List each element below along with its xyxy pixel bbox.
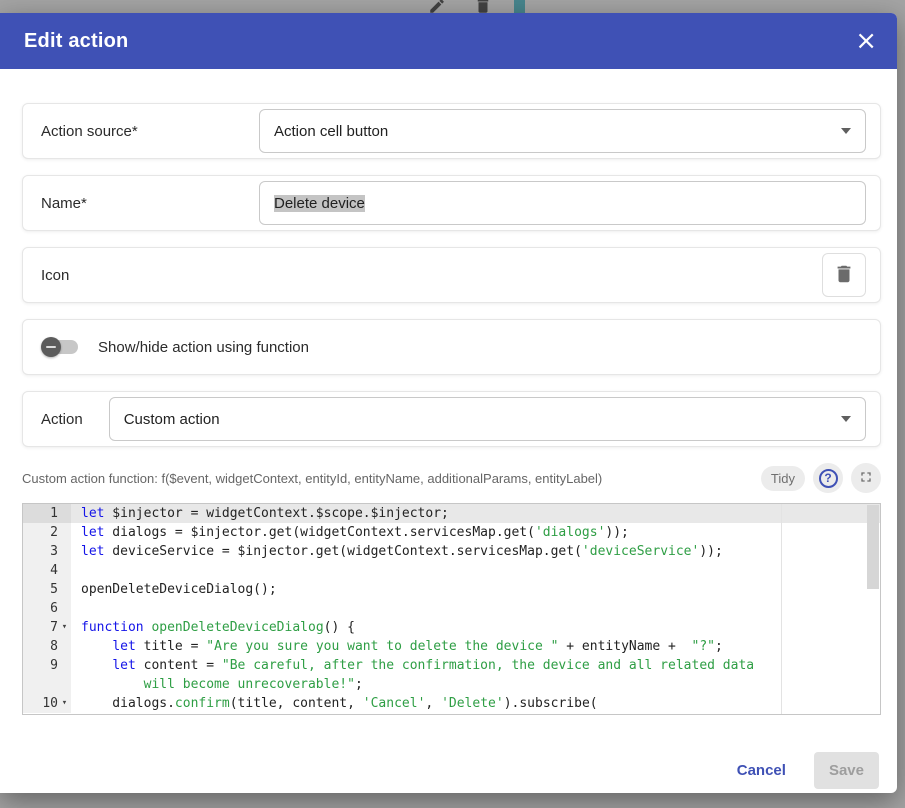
toggle-thumb xyxy=(41,337,61,357)
code-line-text[interactable]: will become unrecoverable!"; xyxy=(71,675,880,694)
code-line[interactable]: 9 let content = "Be careful, after the c… xyxy=(23,656,880,675)
gutter-line-number: 9 xyxy=(23,656,71,675)
icon-card: Icon xyxy=(22,247,881,303)
code-line[interactable]: 8 let title = "Are you sure you want to … xyxy=(23,637,880,656)
code-line[interactable]: 5openDeleteDeviceDialog(); xyxy=(23,580,880,599)
code-line-text[interactable]: let dialogs = $injector.get(widgetContex… xyxy=(71,523,880,542)
action-source-label: Action source* xyxy=(41,123,259,140)
gutter-line-number: 5 xyxy=(23,580,71,599)
code-line-text[interactable]: dialogs.confirm(title, content, 'Cancel'… xyxy=(71,694,880,713)
gutter-line-number: 2 xyxy=(23,523,71,542)
show-hide-card: Show/hide action using function xyxy=(22,319,881,375)
gutter-line-number: 10▾ xyxy=(23,694,71,713)
dialog-header: Edit action × xyxy=(0,13,897,69)
close-button[interactable]: × xyxy=(855,28,877,54)
dialog-body: Action source* Action cell button Name* … xyxy=(0,69,897,715)
help-icon: ? xyxy=(819,469,838,488)
code-line-text[interactable]: function openDeleteDeviceDialog() { xyxy=(71,618,880,637)
name-input-value: Delete device xyxy=(274,195,365,212)
background-teal-strip xyxy=(514,0,525,14)
gutter-line-number: 6 xyxy=(23,599,71,618)
code-line-text[interactable]: let content = "Be careful, after the con… xyxy=(71,656,880,675)
code-line[interactable]: 7▾function openDeleteDeviceDialog() { xyxy=(23,618,880,637)
icon-label: Icon xyxy=(41,267,69,284)
icon-picker-button[interactable] xyxy=(822,253,866,297)
fold-arrow-icon[interactable]: ▾ xyxy=(58,694,71,713)
gutter-line-number: 7▾ xyxy=(23,618,71,637)
code-line[interactable]: 10▾ dialogs.confirm(title, content, 'Can… xyxy=(23,694,880,713)
code-line[interactable]: 6 xyxy=(23,599,880,618)
print-margin-line xyxy=(781,504,782,714)
editor-scrollbar-thumb[interactable] xyxy=(867,505,879,589)
code-line[interactable]: 4 xyxy=(23,561,880,580)
action-source-select[interactable]: Action cell button xyxy=(259,109,866,153)
chevron-down-icon xyxy=(841,128,851,134)
gutter-line-number: 3 xyxy=(23,542,71,561)
cancel-button[interactable]: Cancel xyxy=(731,761,792,780)
gutter-line-number: 8 xyxy=(23,637,71,656)
edit-action-dialog: Edit action × Action source* Action cell… xyxy=(0,13,897,793)
name-label: Name* xyxy=(41,195,259,212)
code-line-text[interactable]: let $injector = widgetContext.$scope.$in… xyxy=(71,504,880,523)
code-line[interactable]: will become unrecoverable!"; xyxy=(23,675,880,694)
code-line-text[interactable] xyxy=(71,561,880,580)
action-label: Action xyxy=(41,411,83,428)
action-source-card: Action source* Action cell button xyxy=(22,103,881,159)
gutter-line-number: 1 xyxy=(23,504,71,523)
action-select[interactable]: Custom action xyxy=(109,397,866,441)
custom-function-caption: Custom action function: f($event, widget… xyxy=(22,471,751,486)
code-line-text[interactable]: let title = "Are you sure you want to de… xyxy=(71,637,880,656)
tidy-button[interactable]: Tidy xyxy=(761,466,805,491)
custom-function-header: Custom action function: f($event, widget… xyxy=(22,463,881,493)
show-hide-label: Show/hide action using function xyxy=(98,339,309,356)
fullscreen-icon xyxy=(858,469,874,488)
action-card: Action Custom action xyxy=(22,391,881,447)
gutter-line-number xyxy=(23,675,71,694)
dialog-title: Edit action xyxy=(24,30,128,53)
code-line-text[interactable]: let deviceService = $injector.get(widget… xyxy=(71,542,880,561)
action-source-value: Action cell button xyxy=(274,123,388,140)
code-line-text[interactable]: openDeleteDeviceDialog(); xyxy=(71,580,880,599)
minus-icon xyxy=(46,346,56,348)
name-card: Name* Delete device xyxy=(22,175,881,231)
action-value: Custom action xyxy=(124,411,220,428)
code-editor[interactable]: 1let $injector = widgetContext.$scope.$i… xyxy=(22,503,881,715)
fullscreen-button[interactable] xyxy=(851,463,881,493)
gutter-line-number: 4 xyxy=(23,561,71,580)
fold-arrow-icon[interactable]: ▾ xyxy=(58,618,71,637)
chevron-down-icon xyxy=(841,416,851,422)
code-line[interactable]: 2let dialogs = $injector.get(widgetConte… xyxy=(23,523,880,542)
name-input[interactable]: Delete device xyxy=(259,181,866,225)
code-line[interactable]: 1let $injector = widgetContext.$scope.$i… xyxy=(23,504,880,523)
show-hide-toggle[interactable] xyxy=(41,337,79,357)
save-button[interactable]: Save xyxy=(814,752,879,789)
code-line-text[interactable] xyxy=(71,599,880,618)
dialog-footer: Cancel Save xyxy=(731,752,879,789)
close-icon: × xyxy=(855,26,877,56)
help-button[interactable]: ? xyxy=(813,463,843,493)
code-editor-rows: 1let $injector = widgetContext.$scope.$i… xyxy=(23,504,880,713)
code-line[interactable]: 3let deviceService = $injector.get(widge… xyxy=(23,542,880,561)
trash-icon xyxy=(833,263,855,288)
